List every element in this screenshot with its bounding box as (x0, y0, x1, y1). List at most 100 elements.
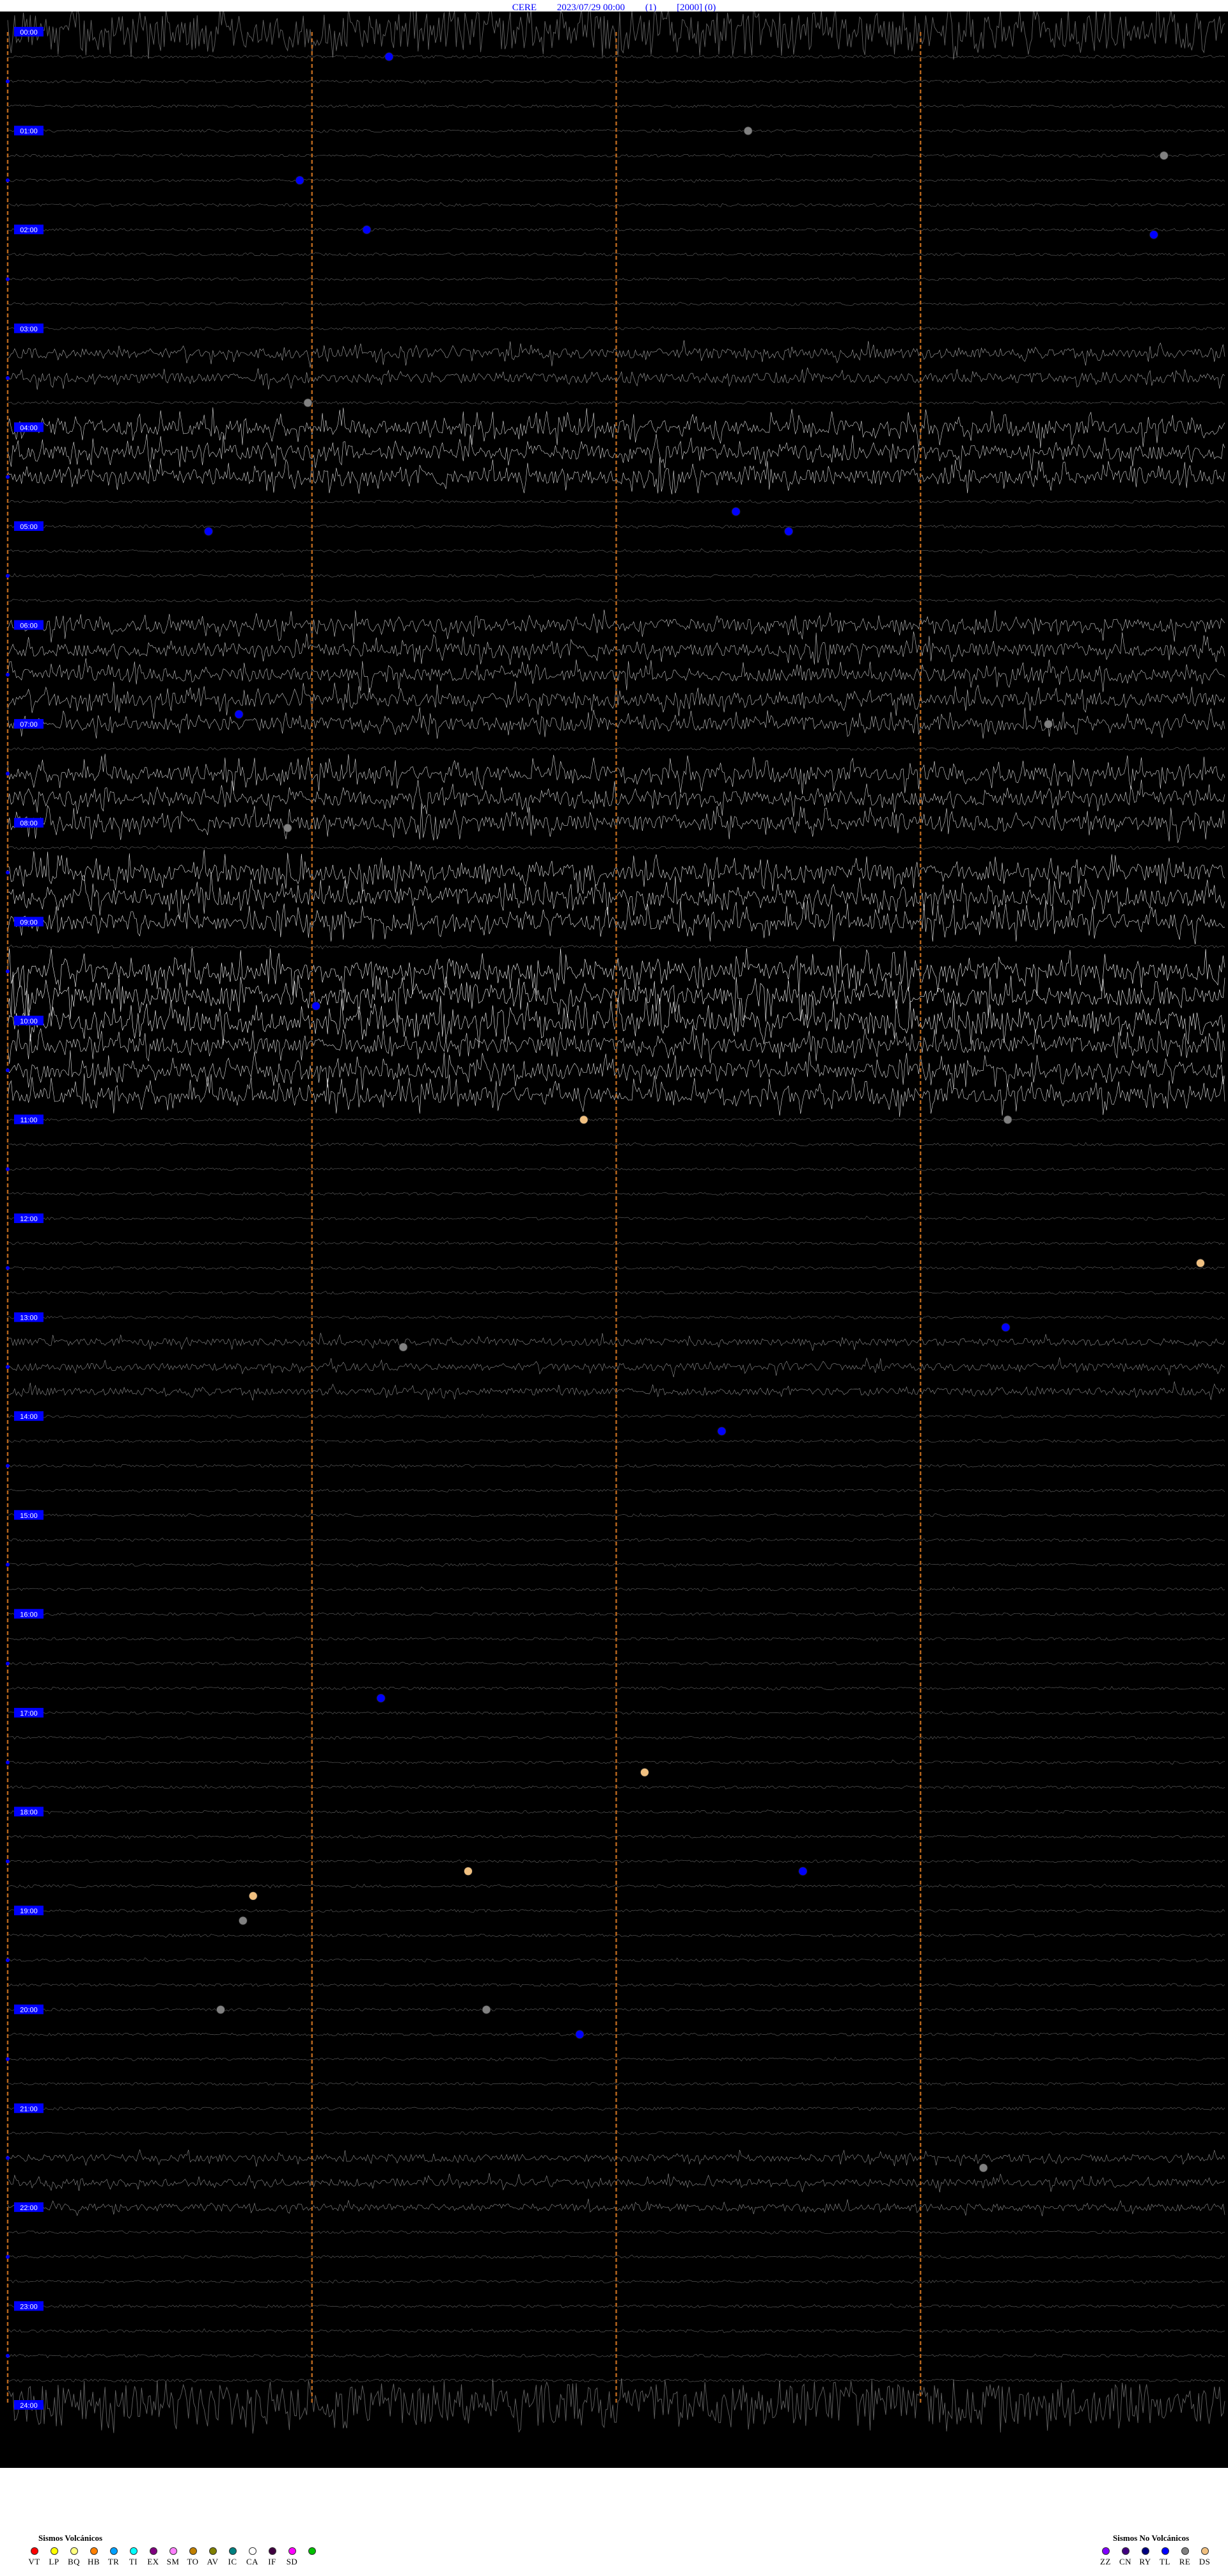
half-hour-tick (6, 574, 10, 578)
event-re (979, 2163, 988, 2172)
half-hour-tick (6, 1859, 10, 1863)
half-hour-tick (6, 2255, 10, 2259)
legend-item: EX (145, 2547, 162, 2567)
half-hour-tick (6, 79, 10, 84)
event-ds (1196, 1258, 1205, 1268)
legend-swatch (90, 2547, 98, 2555)
half-hour-tick (6, 178, 10, 182)
legend-item (303, 2547, 320, 2567)
event-tl (295, 175, 304, 185)
hour-label: 16:00 (20, 1611, 38, 1618)
legend-item: IF (264, 2547, 281, 2567)
legend-swatch (169, 2547, 177, 2555)
legend-item: TI (125, 2547, 142, 2567)
event-tl (204, 526, 213, 536)
legend-item: SM (164, 2547, 182, 2567)
legend-swatch (1121, 2547, 1130, 2555)
hour-label: 06:00 (20, 622, 38, 630)
legend-nonvolcanic: Sismos No Volcánicos ZZ CN RY TL RE DS (1097, 2533, 1213, 2567)
legend-code: AV (207, 2557, 219, 2566)
half-hour-tick (6, 1563, 10, 1567)
event-tl (362, 225, 372, 235)
half-hour-tick (6, 969, 10, 974)
legend-item: DS (1196, 2547, 1213, 2567)
legend-volcanic-row: VT LP BQ HB TR TI EX SM TO AV IC CA IF SD (26, 2547, 320, 2567)
event-re (283, 823, 292, 833)
legend-swatch (70, 2547, 78, 2555)
legend-code: IC (228, 2557, 237, 2566)
event-ds (248, 1891, 258, 1900)
legend-swatch (30, 2547, 38, 2555)
hour-label: 08:00 (20, 820, 38, 828)
hour-label: 02:00 (20, 226, 38, 234)
hour-label: 14:00 (20, 1413, 38, 1421)
half-hour-tick (6, 1464, 10, 1468)
hour-label: 09:00 (20, 919, 38, 926)
legend-code: IF (268, 2557, 276, 2566)
legend-swatch (189, 2547, 197, 2555)
legend-nonvolcanic-row: ZZ CN RY TL RE DS (1097, 2547, 1213, 2567)
legend-swatch (149, 2547, 157, 2555)
legend-code: BQ (67, 2557, 81, 2566)
legend-item: CA (244, 2547, 261, 2567)
legend-code: TO (187, 2557, 199, 2566)
hour-label: 13:00 (20, 1315, 38, 1322)
event-tl (717, 1426, 727, 1436)
event-tl (234, 709, 244, 719)
half-hour-tick (6, 2057, 10, 2061)
event-tl (311, 1001, 320, 1011)
half-hour-tick (6, 771, 10, 776)
legend-item: BQ (65, 2547, 83, 2567)
event-tl (1001, 1323, 1011, 1332)
legend-nonvolcanic-title: Sismos No Volcánicos (1113, 2533, 1190, 2543)
legend-volcanic: Sismos Volcánicos VT LP BQ HB TR TI EX SM TO AV IC… (26, 2533, 320, 2567)
event-re (1003, 1115, 1012, 1125)
half-hour-tick (6, 1266, 10, 1270)
half-hour-tick (6, 1760, 10, 1765)
legend-item: TO (184, 2547, 201, 2567)
event-ds (464, 1867, 473, 1876)
hour-label: 12:00 (20, 1215, 38, 1223)
hour-label: 04:00 (20, 424, 38, 432)
event-re (398, 1343, 408, 1352)
legend-item: RY (1137, 2547, 1154, 2567)
legend-swatch (1141, 2547, 1149, 2555)
hour-label: 05:00 (20, 523, 38, 531)
legend-item: RE (1176, 2547, 1193, 2567)
event-ds (1159, 151, 1169, 161)
half-hour-tick (6, 870, 10, 874)
half-hour-tick (6, 1068, 10, 1073)
event-tl (798, 1867, 808, 1876)
legend-swatch (1200, 2547, 1209, 2555)
legend-swatch (1181, 2547, 1189, 2555)
legend-swatch (288, 2547, 296, 2555)
legend-item: CN (1117, 2547, 1134, 2567)
legend-item: VT (26, 2547, 43, 2567)
legend-code: SD (286, 2557, 298, 2566)
hour-label: 01:00 (20, 128, 38, 136)
event-ds (579, 1115, 588, 1125)
half-hour-tick (6, 277, 10, 281)
hour-label: 00:00 (20, 29, 38, 36)
helicorder-plot: 00:00 01:00 02:00 03:00 04:00 05:00 06:00 07:00… (0, 4, 1228, 2468)
hour-label: 03:00 (20, 326, 38, 333)
hour-label: 17:00 (20, 1710, 38, 1718)
legend-volcanic-title: Sismos Volcánicos (38, 2533, 103, 2543)
event-tl (784, 526, 793, 536)
hour-label: 07:00 (20, 721, 38, 729)
legend-swatch (1161, 2547, 1169, 2555)
event-re (743, 126, 753, 136)
half-hour-tick (6, 2353, 10, 2358)
legend-code: TI (129, 2557, 138, 2566)
legend-item: LP (45, 2547, 63, 2567)
legend-swatch (1101, 2547, 1110, 2555)
legend-code: RE (1179, 2557, 1191, 2566)
legend-swatch (228, 2547, 237, 2555)
hour-label: 23:00 (20, 2303, 38, 2311)
legend-swatch (248, 2547, 256, 2555)
legend-item: SD (283, 2547, 301, 2567)
legend-code: CA (246, 2557, 259, 2566)
legend-code: DS (1199, 2557, 1211, 2566)
hour-label: 19:00 (20, 1908, 38, 1915)
legend-code: LP (49, 2557, 59, 2566)
